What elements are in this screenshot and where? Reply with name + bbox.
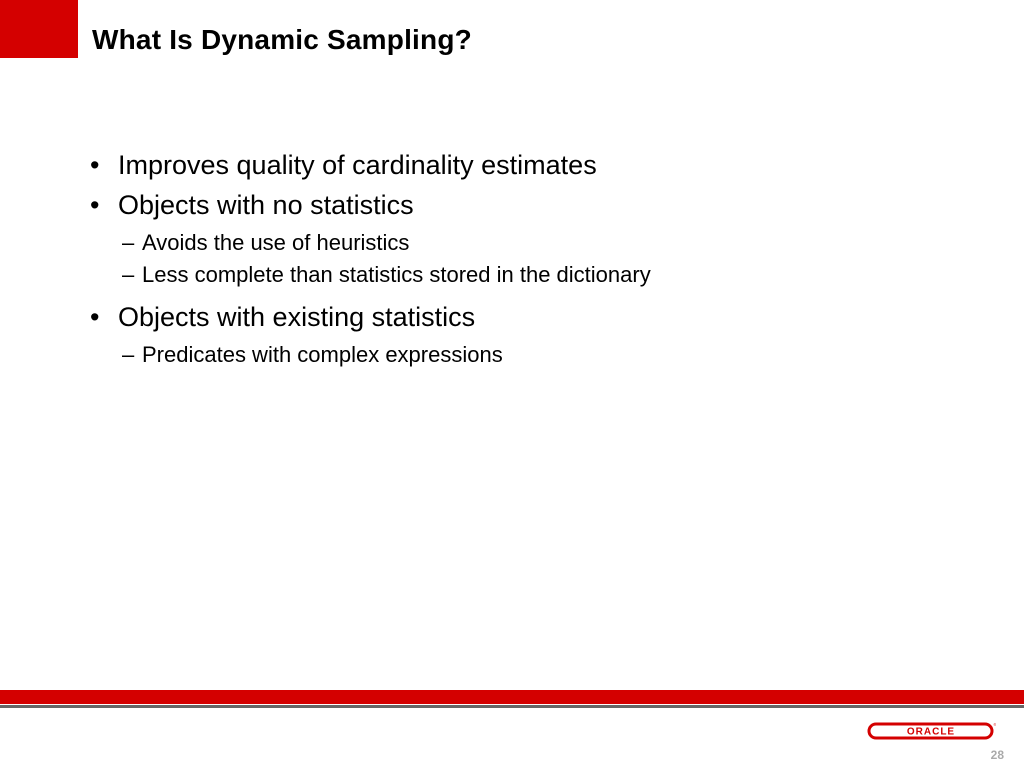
bullet-text: Objects with no statistics <box>118 188 414 222</box>
bullet-text: Objects with existing statistics <box>118 300 475 334</box>
slide-title: What Is Dynamic Sampling? <box>92 24 472 56</box>
corner-accent <box>0 0 78 58</box>
sub-bullet-item: – Less complete than statistics stored i… <box>122 260 984 290</box>
sub-bullet-text: Predicates with complex expressions <box>142 340 503 370</box>
sub-bullet-marker: – <box>122 228 142 258</box>
sub-bullet-text: Avoids the use of heuristics <box>142 228 409 258</box>
registered-mark: ® <box>994 722 997 727</box>
page-number: 28 <box>991 748 1004 762</box>
bullet-marker: • <box>90 188 118 222</box>
bullet-item: • Objects with no statistics <box>90 188 984 222</box>
bullet-item: • Improves quality of cardinality estima… <box>90 148 984 182</box>
slide-content: • Improves quality of cardinality estima… <box>90 148 984 372</box>
sub-bullet-marker: – <box>122 340 142 370</box>
bullet-text: Improves quality of cardinality estimate… <box>118 148 597 182</box>
oracle-logo: ORACLE ® <box>866 718 996 744</box>
bullet-marker: • <box>90 300 118 334</box>
sub-bullet-item: – Predicates with complex expressions <box>122 340 984 370</box>
footer-stripe <box>0 690 1024 704</box>
sub-bullet-text: Less complete than statistics stored in … <box>142 260 651 290</box>
sub-bullet-marker: – <box>122 260 142 290</box>
bullet-item: • Objects with existing statistics <box>90 300 984 334</box>
sub-bullet-item: – Avoids the use of heuristics <box>122 228 984 258</box>
bullet-marker: • <box>90 148 118 182</box>
footer-divider <box>0 705 1024 708</box>
oracle-logo-text: ORACLE <box>907 727 955 738</box>
